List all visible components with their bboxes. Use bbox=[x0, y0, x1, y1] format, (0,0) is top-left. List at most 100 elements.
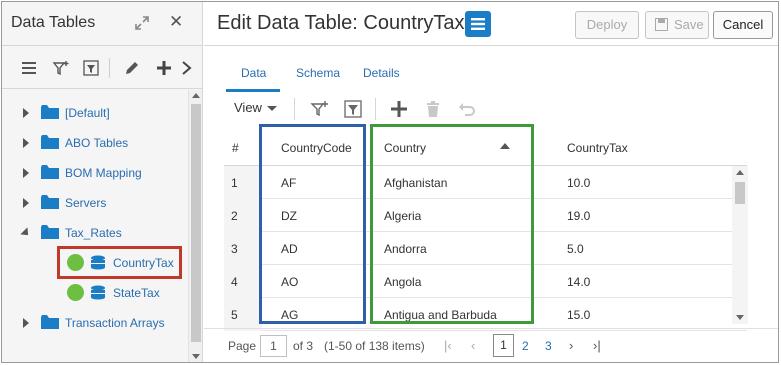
status-circle-icon bbox=[67, 284, 84, 301]
tree-scrollbar[interactable] bbox=[188, 90, 202, 362]
expand-caret-icon[interactable] bbox=[23, 108, 29, 118]
column-header-number: # bbox=[232, 141, 239, 155]
expand-icon[interactable] bbox=[133, 14, 151, 32]
table-icon bbox=[465, 11, 491, 37]
countrycode-highlight-box bbox=[259, 124, 366, 324]
panel-toolbar bbox=[2, 46, 203, 89]
cell-countrytax[interactable]: 10.0 bbox=[567, 176, 590, 190]
editor-header: Edit Data Table: CountryTax Deploy Save … bbox=[204, 2, 778, 46]
expand-caret-icon[interactable] bbox=[23, 138, 29, 148]
cell-countrytax[interactable]: 14.0 bbox=[567, 275, 590, 289]
tree-item-servers[interactable]: Servers bbox=[2, 192, 190, 214]
app-window: Data Tables ✕ [Default] ABO Tables BOM M… bbox=[1, 1, 779, 363]
row-number-cell: 4 bbox=[224, 265, 262, 298]
column-header-countrytax[interactable]: CountryTax bbox=[567, 141, 628, 155]
cell-countrytax[interactable]: 15.0 bbox=[567, 308, 590, 322]
tree-item-default[interactable]: [Default] bbox=[2, 102, 190, 124]
row-number-cell: 1 bbox=[224, 166, 262, 199]
grid-toolbar: View bbox=[204, 94, 778, 124]
save-disk-icon bbox=[655, 18, 668, 31]
page-number-input[interactable]: 1 bbox=[260, 335, 287, 357]
folder-open-icon bbox=[41, 225, 59, 239]
tree-item-label: [Default] bbox=[65, 106, 110, 120]
save-button[interactable]: Save bbox=[645, 11, 709, 39]
items-count-label: (1-50 of 138 items) bbox=[324, 339, 425, 353]
page-link[interactable]: 2 bbox=[522, 339, 529, 353]
pagination-bar: Page 1 of 3 (1-50 of 138 items) |‹ ‹ 1 2… bbox=[204, 328, 778, 362]
prev-page-icon[interactable]: ‹ bbox=[471, 338, 475, 353]
collapse-all-icon[interactable] bbox=[19, 58, 39, 78]
row-number: 2 bbox=[231, 209, 238, 223]
toolbar-separator bbox=[109, 58, 110, 78]
page-link[interactable]: 3 bbox=[545, 339, 552, 353]
tree-item-abo-tables[interactable]: ABO Tables bbox=[2, 132, 190, 154]
scroll-thumb[interactable] bbox=[191, 104, 201, 342]
expand-caret-icon[interactable] bbox=[23, 168, 29, 178]
row-number-cell: 3 bbox=[224, 232, 262, 265]
scroll-up-icon[interactable] bbox=[192, 93, 200, 98]
tree-item-bom-mapping[interactable]: BOM Mapping bbox=[2, 162, 190, 184]
tree-item-label: StateTax bbox=[113, 286, 160, 300]
scroll-down-icon[interactable] bbox=[192, 354, 200, 359]
folder-icon bbox=[41, 195, 59, 209]
selection-highlight-box bbox=[57, 246, 182, 279]
cancel-button[interactable]: Cancel bbox=[713, 11, 773, 39]
scroll-down-icon[interactable] bbox=[736, 315, 744, 320]
panel-title: Data Tables bbox=[11, 14, 96, 31]
folder-icon bbox=[41, 105, 59, 119]
add-row-icon[interactable] bbox=[388, 98, 410, 120]
tree-item-statetax[interactable]: StateTax bbox=[2, 282, 190, 304]
last-page-icon[interactable]: ›| bbox=[593, 338, 601, 353]
toolbar-separator bbox=[375, 98, 376, 120]
tree-item-tax-rates[interactable]: Tax_Rates bbox=[2, 222, 190, 244]
add-filter-icon[interactable] bbox=[309, 98, 331, 120]
tab-data[interactable]: Data bbox=[241, 66, 266, 80]
chevron-right-icon[interactable] bbox=[177, 58, 197, 78]
expand-caret-icon[interactable] bbox=[23, 318, 29, 328]
panel-header: Data Tables ✕ bbox=[2, 2, 203, 46]
tree-item-label: ABO Tables bbox=[65, 136, 129, 150]
close-icon[interactable]: ✕ bbox=[169, 12, 183, 32]
tree-item-transaction-arrays[interactable]: Transaction Arrays bbox=[2, 312, 190, 334]
current-page-button[interactable]: 1 bbox=[493, 334, 514, 357]
scroll-thumb[interactable] bbox=[735, 182, 745, 204]
row-number-cell: 5 bbox=[224, 298, 262, 331]
database-icon bbox=[91, 285, 105, 300]
toolbar-separator bbox=[294, 98, 295, 120]
active-tab-indicator bbox=[226, 89, 280, 92]
editor-tabs: Data Schema Details bbox=[204, 47, 778, 93]
view-menu-button[interactable]: View bbox=[234, 100, 262, 115]
page-title: Edit Data Table: CountryTax bbox=[217, 12, 465, 34]
tree-item-label: Tax_Rates bbox=[65, 226, 122, 240]
cell-countrytax[interactable]: 5.0 bbox=[567, 242, 584, 256]
collapse-caret-icon[interactable] bbox=[20, 227, 32, 239]
add-filter-icon[interactable] bbox=[51, 58, 71, 78]
scroll-up-icon[interactable] bbox=[736, 170, 744, 175]
folder-icon bbox=[41, 135, 59, 149]
tree-item-label: Transaction Arrays bbox=[65, 316, 165, 330]
filter-icon[interactable] bbox=[342, 98, 364, 120]
folder-icon bbox=[41, 165, 59, 179]
tree-item-label: Servers bbox=[65, 196, 107, 210]
delete-icon[interactable] bbox=[422, 98, 444, 120]
cell-countrytax[interactable]: 19.0 bbox=[567, 209, 590, 223]
deploy-button[interactable]: Deploy bbox=[575, 11, 639, 39]
first-page-icon[interactable]: |‹ bbox=[444, 338, 452, 353]
folder-icon bbox=[41, 315, 59, 329]
next-page-icon[interactable]: › bbox=[569, 338, 573, 353]
row-number: 1 bbox=[231, 176, 238, 190]
row-number: 4 bbox=[231, 275, 238, 289]
edit-pencil-icon[interactable] bbox=[122, 58, 142, 78]
expand-caret-icon[interactable] bbox=[23, 198, 29, 208]
row-number: 3 bbox=[231, 242, 238, 256]
tab-details[interactable]: Details bbox=[363, 66, 400, 80]
data-tables-panel: Data Tables ✕ [Default] ABO Tables BOM M… bbox=[2, 2, 203, 362]
add-icon[interactable] bbox=[154, 58, 174, 78]
grid-scrollbar[interactable] bbox=[732, 166, 748, 324]
undo-icon[interactable] bbox=[456, 98, 478, 120]
row-number: 5 bbox=[231, 308, 238, 322]
chevron-down-icon[interactable] bbox=[267, 106, 277, 111]
row-number-cell: 2 bbox=[224, 199, 262, 232]
filter-icon[interactable] bbox=[81, 58, 101, 78]
tab-schema[interactable]: Schema bbox=[296, 66, 340, 80]
